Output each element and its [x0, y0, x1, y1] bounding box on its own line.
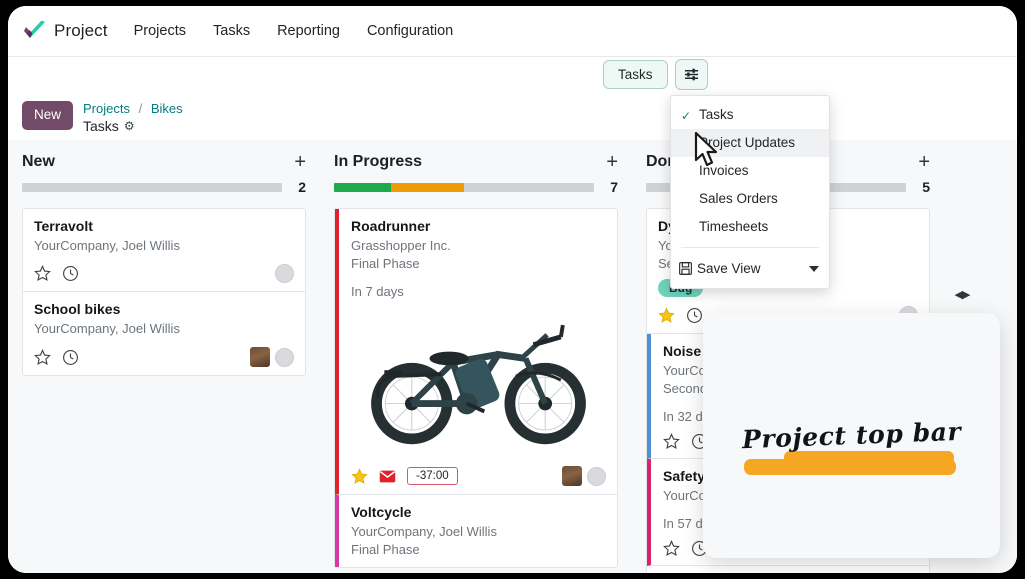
clock-icon[interactable] [686, 307, 703, 324]
nav-item-projects[interactable]: Projects [134, 23, 186, 39]
kanban-card[interactable]: School bikes YourCompany, Joel Willis [23, 292, 305, 375]
card-phase: Final Phase [351, 255, 606, 273]
assignee-placeholder[interactable] [587, 467, 606, 486]
chevron-down-icon[interactable] [809, 266, 819, 272]
column-add-button[interactable]: + [294, 152, 306, 172]
progress-segment-orange [391, 183, 464, 192]
card-subtitle: Grasshopper Inc. [351, 237, 606, 255]
card-due-date: In 7 days [351, 284, 606, 299]
dropdown-item-project-updates[interactable]: Project Updates [671, 129, 829, 157]
breadcrumb-separator: / [139, 101, 143, 116]
dropdown-item-label: Tasks [699, 107, 734, 122]
kanban-column-new: New + 2 Terravolt YourCompany, Joel Will… [8, 140, 320, 573]
breadcrumb: Projects / Bikes Tasks ⚙ [83, 101, 183, 135]
dropdown-item-label: Invoices [699, 163, 749, 178]
kanban-column-in-progress: In Progress + 7 Roadrunner Grasshopper I… [320, 140, 632, 573]
column-progress-bar [22, 183, 282, 192]
time-badge: -37:00 [407, 467, 458, 485]
bike-product-image [351, 305, 606, 457]
avatar[interactable] [250, 347, 270, 367]
dropdown-item-label: Sales Orders [699, 191, 778, 206]
dropdown-divider [681, 247, 819, 248]
floppy-disk-icon [679, 262, 692, 275]
star-icon[interactable] [663, 433, 680, 450]
breadcrumb-row: New Projects / Bikes Tasks ⚙ [22, 101, 183, 135]
clock-icon[interactable] [62, 349, 79, 366]
column-title: In Progress [334, 153, 422, 171]
view-tab-tasks[interactable]: Tasks [603, 60, 668, 90]
card-list: Terravolt YourCompany, Joel Willis Schoo… [22, 208, 306, 376]
dropdown-item-timesheets[interactable]: Timesheets [671, 213, 829, 241]
check-icon: ✓ [681, 108, 691, 124]
star-icon[interactable] [351, 468, 368, 485]
save-view-button[interactable]: Save View [671, 254, 829, 288]
breadcrumb-current-link[interactable]: Bikes [151, 101, 183, 116]
annotation-overlay: Project top bar [703, 313, 1000, 558]
card-title: Voltcycle [351, 504, 606, 520]
dropdown-item-tasks[interactable]: ✓ Tasks [671, 101, 829, 129]
app-brand-title: Project [54, 21, 108, 41]
kanban-card[interactable]: Voltcycle YourCompany, Joel Willis Final… [335, 495, 617, 567]
card-title: School bikes [34, 301, 294, 317]
top-navigation-bar: Project Projects Tasks Reporting Configu… [8, 6, 1017, 56]
kanban-card[interactable]: Terravolt YourCompany, Joel Willis [23, 209, 305, 292]
mail-icon[interactable] [379, 468, 396, 485]
annotation-highlight [744, 459, 956, 475]
kanban-card[interactable]: Roadrunner Grasshopper Inc. Final Phase … [335, 209, 617, 495]
star-icon[interactable] [34, 265, 51, 282]
save-view-label: Save View [697, 261, 761, 276]
checkmark-logo-icon [22, 20, 48, 42]
progress-segment-green [334, 183, 391, 192]
dropdown-item-label: Project Updates [699, 135, 795, 150]
clock-icon[interactable] [62, 265, 79, 282]
sliders-icon [684, 67, 699, 82]
card-list: Roadrunner Grasshopper Inc. Final Phase … [334, 208, 618, 568]
card-title: Terravolt [34, 218, 294, 234]
gear-icon[interactable]: ⚙ [124, 117, 135, 135]
dropdown-item-sales-orders[interactable]: Sales Orders [671, 185, 829, 213]
avatar[interactable] [562, 466, 582, 486]
card-subtitle: YourCompany, Joel Willis [351, 523, 606, 541]
nav-item-reporting[interactable]: Reporting [277, 23, 340, 39]
column-count: 5 [918, 179, 930, 195]
dropdown-item-label: Timesheets [699, 219, 768, 234]
column-progress-bar [334, 183, 594, 192]
column-add-button[interactable]: + [918, 152, 930, 172]
card-title: Roadrunner [351, 218, 606, 234]
dropdown-item-invoices[interactable]: Invoices [671, 157, 829, 185]
star-icon[interactable] [34, 349, 51, 366]
column-title: New [22, 153, 55, 171]
annotation-text: Project top bar [741, 417, 961, 454]
column-add-button[interactable]: + [606, 152, 618, 172]
column-count: 7 [606, 179, 618, 195]
card-subtitle: YourCompany, Joel Willis [34, 237, 294, 255]
nav-item-configuration[interactable]: Configuration [367, 23, 453, 39]
nav-item-tasks[interactable]: Tasks [213, 23, 250, 39]
star-icon[interactable] [658, 307, 675, 324]
new-button[interactable]: New [22, 101, 73, 130]
star-icon[interactable] [663, 540, 680, 557]
page-title: Tasks [83, 117, 119, 135]
app-window: Project Projects Tasks Reporting Configu… [8, 6, 1017, 573]
assignee-placeholder[interactable] [275, 264, 294, 283]
kanban-card[interactable]: SwiftE [647, 566, 929, 573]
assignee-placeholder[interactable] [275, 348, 294, 367]
view-switcher: Tasks [603, 59, 708, 90]
breadcrumb-root-link[interactable]: Projects [83, 101, 130, 116]
card-subtitle: YourCompany, Joel Willis [34, 320, 294, 338]
view-type-dropdown-menu: ✓ Tasks Project Updates Invoices Sales O… [670, 95, 830, 289]
card-phase: Final Phase [351, 541, 606, 559]
column-count: 2 [294, 179, 306, 195]
expand-collapse-icon[interactable]: ◀▶ [955, 288, 970, 301]
control-bar: Tasks New Projects / Bikes [8, 56, 1017, 140]
view-settings-button[interactable] [675, 59, 708, 90]
